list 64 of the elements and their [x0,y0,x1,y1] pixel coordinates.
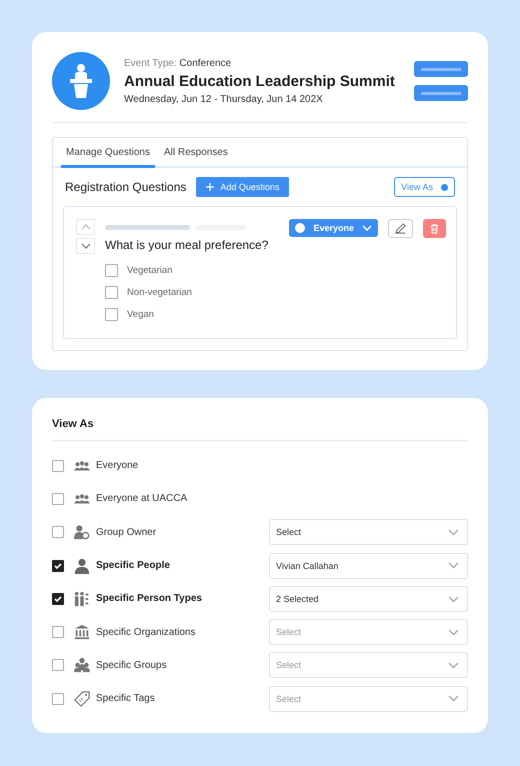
chevron-down-icon [80,243,90,249]
question-text: What is your meal preference? [105,238,270,252]
checkbox[interactable] [105,264,118,276]
event-dates: Wednesday, Jun 12 - Thursday, Jun 14 202X [124,94,324,104]
add-questions-button[interactable]: Add Questions [196,177,290,197]
select-field[interactable]: Select [269,619,468,646]
chevron-down-icon [448,628,459,636]
chevron-down-icon [362,225,372,231]
header-button[interactable] [414,85,468,101]
view-as-button[interactable]: View As [394,177,455,197]
audience-label: Specific Organizations [96,626,196,638]
checkbox[interactable] [52,526,64,538]
chevron-down-icon [448,695,459,702]
select-field[interactable]: Select [269,686,468,712]
event-title: Annual Education Leadership Summit [124,72,396,90]
person-badge-icon [74,524,90,540]
group-icon [74,657,90,674]
checkbox[interactable] [52,560,64,572]
tab[interactable]: All Responses [158,138,233,168]
select-field[interactable]: Select [269,652,468,678]
select-field[interactable]: 2 Selected [269,586,468,612]
pencil-icon [394,222,407,235]
chevron-up-icon [80,224,90,230]
edit-button[interactable] [388,219,413,238]
section-title: Registration Questions [65,180,186,194]
checkbox[interactable] [52,592,64,605]
audience-label: Specific Tags [96,693,155,704]
people-list-icon [74,590,90,607]
audience-dropdown[interactable]: Everyone [289,219,378,237]
checkbox[interactable] [52,492,64,505]
audience-label: Specific Groups [96,660,167,671]
select-field[interactable]: Vivian Callahan [269,552,468,579]
option-label: Vegan [127,308,154,320]
move-down-button[interactable] [76,238,95,254]
checkbox[interactable] [52,659,64,672]
tag-icon [74,690,90,707]
chevron-down-icon [448,528,459,536]
checkbox[interactable] [52,626,64,638]
checkbox[interactable] [105,308,118,320]
move-up-button[interactable] [76,219,95,235]
audience-label: Specific Person Types [96,593,202,604]
option-label: Vegetarian [127,264,172,276]
chevron-down-icon [448,562,459,569]
event-type: Event Type: Conference [124,58,232,68]
audience-label: Everyone at UACCA [96,493,188,504]
chevron-down-icon [448,662,459,669]
chevron-down-icon [448,596,459,602]
audience-label: Group Owner [96,526,156,538]
audience-label: Specific People [96,560,170,572]
panel-title: View As [52,418,468,441]
tab[interactable]: Manage Questions [61,138,155,168]
checkbox[interactable] [52,460,64,472]
header-button[interactable] [414,61,468,77]
delete-button[interactable] [423,219,446,238]
person-icon [74,558,90,574]
checkbox[interactable] [105,286,118,298]
checkbox[interactable] [52,692,64,705]
building-icon [74,624,90,640]
plus-icon [206,183,214,191]
trash-icon [429,223,440,234]
speaker-podium-icon [52,52,110,110]
audience-label: Everyone [96,460,138,472]
option-label: Non-vegetarian [127,286,192,298]
select-field[interactable]: Select [269,519,468,546]
